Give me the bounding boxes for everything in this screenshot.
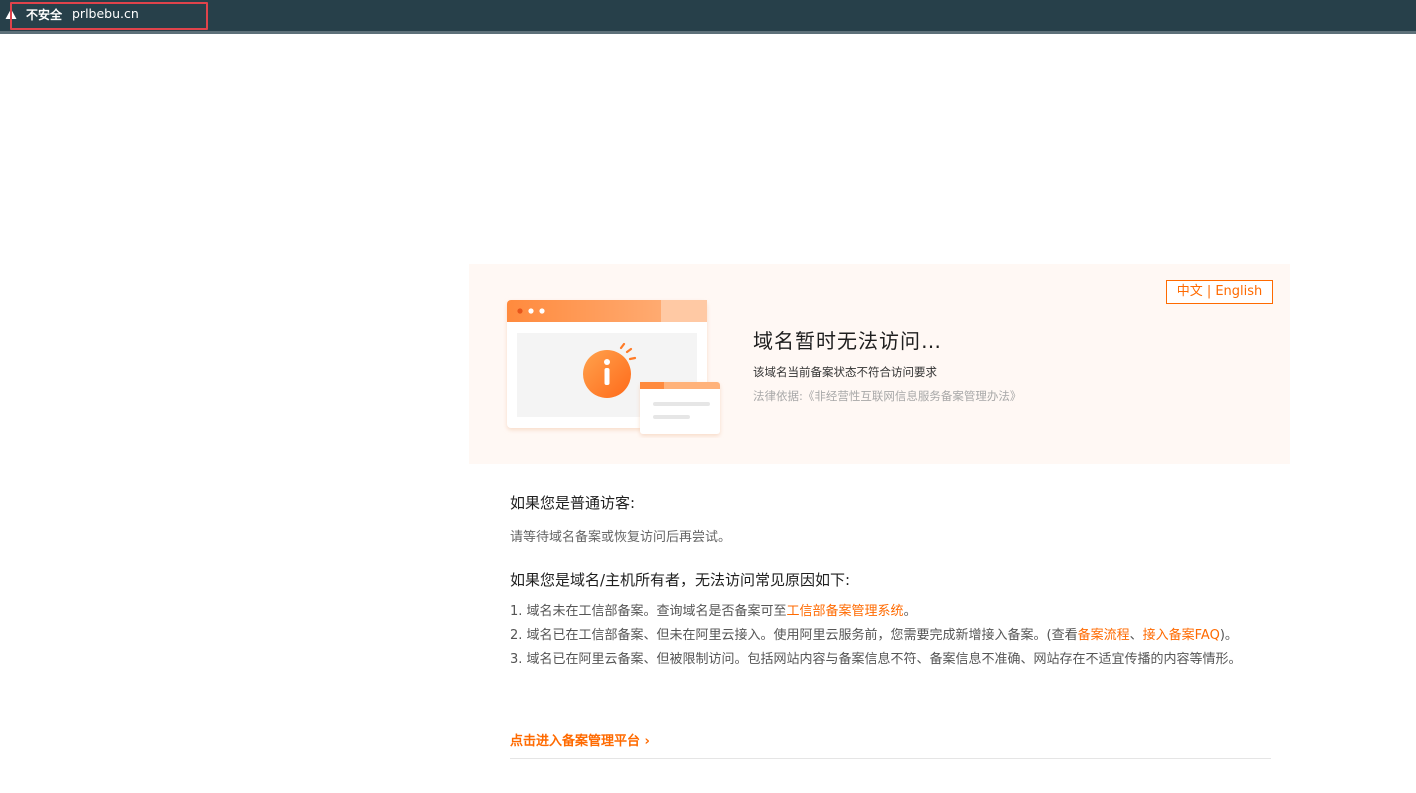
browser-illustration bbox=[507, 300, 720, 434]
reason-2-end: )。 bbox=[1219, 628, 1238, 643]
reason-2-text: 2. 域名已在工信部备案、但未在阿里云接入。使用阿里云服务前，您需要完成新增接入… bbox=[510, 628, 1078, 643]
legal-basis: 法律依据:《非经营性互联网信息服务备案管理办法》 bbox=[753, 389, 1022, 403]
error-banner: 中文 | English 域名暂时无法访问… 该域名当前备案状态不符合访问要求 … bbox=[469, 264, 1290, 464]
page-title: 域名暂时无法访问… bbox=[753, 329, 942, 353]
highlight-box bbox=[10, 2, 208, 30]
filing-faq-link[interactable]: 接入备案FAQ bbox=[1143, 628, 1220, 643]
reason-1-text: 1. 域名未在工信部备案。查询域名是否备案可至 bbox=[510, 604, 787, 619]
reason-item-3: 3. 域名已在阿里云备案、但被限制访问。包括网站内容与备案信息不符、备案信息不准… bbox=[510, 652, 1242, 667]
miit-system-link[interactable]: 工信部备案管理系统 bbox=[787, 604, 904, 619]
filing-platform-link[interactable]: 点击进入备案管理平台 › bbox=[510, 730, 650, 749]
browser-address-bar[interactable]: 不安全 prlbebu.cn bbox=[0, 0, 1416, 31]
reason-2-separator: 、 bbox=[1129, 628, 1143, 643]
reason-item-1: 1. 域名未在工信部备案。查询域名是否备案可至工信部备案管理系统。 bbox=[510, 600, 1280, 624]
visitor-text: 请等待域名备案或恢复访问后再尝试。 bbox=[510, 530, 732, 545]
reason-item-2: 2. 域名已在工信部备案、但未在阿里云接入。使用阿里云服务前，您需要完成新增接入… bbox=[510, 624, 1280, 648]
bottom-divider bbox=[510, 758, 1271, 759]
language-toggle[interactable]: 中文 | English bbox=[1166, 280, 1273, 304]
reason-1-end: 。 bbox=[903, 604, 917, 619]
banner-subtitle: 该域名当前备案状态不符合访问要求 bbox=[753, 365, 937, 379]
reasons-list: 1. 域名未在工信部备案。查询域名是否备案可至工信部备案管理系统。 2. 域名已… bbox=[510, 600, 1280, 672]
owner-heading: 如果您是域名/主机所有者，无法访问常见原因如下: bbox=[510, 571, 851, 589]
visitor-heading: 如果您是普通访客: bbox=[510, 494, 636, 512]
topbar-divider bbox=[0, 31, 1416, 34]
filing-process-link[interactable]: 备案流程 bbox=[1078, 628, 1130, 643]
